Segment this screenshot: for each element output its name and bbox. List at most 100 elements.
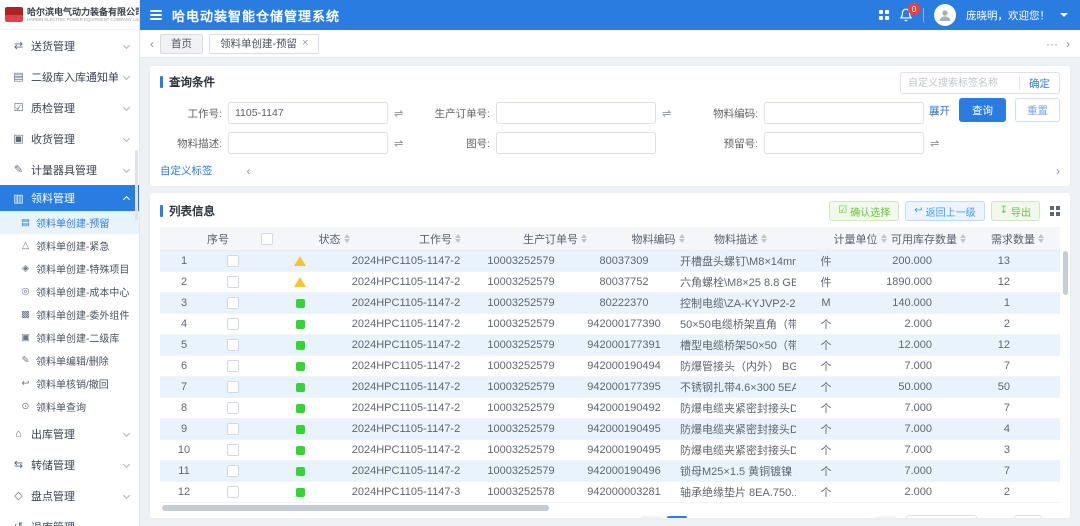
table-row[interactable]: 11 2024HPC1105-1147-2 10003252579 942000… <box>160 461 1060 482</box>
sidebar-group-item[interactable]: ✎ 计量器具管理 <box>0 154 139 185</box>
table-row[interactable]: 6 2024HPC1105-1147-2 10003252579 9420001… <box>160 356 1060 377</box>
table-row[interactable]: 7 2024HPC1105-1147-2 10003252579 9420001… <box>160 377 1060 398</box>
caret-down-icon[interactable] <box>1060 13 1068 17</box>
sidebar-sub-item[interactable]: ⊙ 领料单查询 <box>0 395 139 418</box>
bell-icon[interactable]: 0 <box>899 8 913 22</box>
field-input[interactable] <box>496 132 656 154</box>
tab-scroll-left-icon[interactable]: ‹ <box>150 38 154 50</box>
tag-scroll-left-icon[interactable]: ‹ <box>247 165 251 177</box>
next-page-button[interactable]: › <box>876 516 896 518</box>
table-row[interactable]: 5 2024HPC1105-1147-2 10003252579 9420001… <box>160 335 1060 356</box>
row-checkbox[interactable] <box>227 423 239 435</box>
sidebar-sub-item[interactable]: ▣ 领料单创建-二级库 <box>0 326 139 349</box>
sidebar-sub-item[interactable]: ◎ 领料单创建-成本中心 <box>0 280 139 303</box>
export-button[interactable]: ↧ 导出 <box>991 201 1040 221</box>
sidebar-group-material-requisition[interactable]: ▥ 领料管理 <box>0 185 139 211</box>
page-number[interactable]: 4 <box>745 516 765 518</box>
table-row[interactable]: 8 2024HPC1105-1147-2 10003252579 9420001… <box>160 398 1060 419</box>
sort-icon[interactable] <box>1038 234 1044 243</box>
table-row[interactable]: 3 2024HPC1105-1147-2 10003252579 8022237… <box>160 293 1060 314</box>
field-input[interactable] <box>496 102 656 124</box>
sidebar-group-item[interactable]: ◇ 盘点管理 <box>0 480 139 511</box>
filter-icon[interactable]: ⇌ <box>394 107 403 120</box>
sort-icon[interactable] <box>881 234 887 243</box>
row-checkbox[interactable] <box>227 318 239 330</box>
page-number[interactable]: ••• <box>823 516 844 518</box>
field-input[interactable] <box>228 102 388 124</box>
confirm-select-button[interactable]: ☑ 确认选择 <box>829 201 899 221</box>
row-checkbox[interactable] <box>227 255 239 267</box>
select-all-checkbox[interactable] <box>261 233 273 245</box>
fullscreen-icon[interactable] <box>879 10 889 20</box>
table-row[interactable]: 1 2024HPC1105-1147-2 10003252579 8003730… <box>160 251 1060 272</box>
tag-name-input[interactable] <box>901 73 1019 93</box>
sidebar-group-item[interactable]: ⇆ 转储管理 <box>0 449 139 480</box>
field-input[interactable] <box>764 132 924 154</box>
sort-icon[interactable] <box>455 234 461 243</box>
column-settings-icon[interactable] <box>1050 206 1060 216</box>
sidebar-sub-item[interactable]: ▤ 领料单创建-预留 <box>0 211 139 234</box>
page-number[interactable]: 1 <box>667 516 687 518</box>
sidebar-group-item[interactable]: ▤ 二级库入库通知单 <box>0 61 139 92</box>
table-row[interactable]: 2 2024HPC1105-1147-2 10003252579 8003775… <box>160 272 1060 293</box>
sort-icon[interactable] <box>344 234 350 243</box>
row-checkbox[interactable] <box>227 339 239 351</box>
row-checkbox[interactable] <box>227 276 239 288</box>
table-row[interactable]: 10 2024HPC1105-1147-2 10003252579 942000… <box>160 440 1060 461</box>
sidebar-group-item[interactable]: ▣ 收货管理 <box>0 123 139 154</box>
sidebar-sub-item[interactable]: ◈ 领料单创建-特殊项目 <box>0 257 139 280</box>
filter-icon[interactable]: ⇌ <box>930 137 939 150</box>
vertical-scrollbar-thumb[interactable] <box>1063 251 1068 295</box>
page-tab[interactable]: 领料单创建-预留 × <box>209 34 319 54</box>
page-number[interactable]: 2 <box>693 516 713 518</box>
back-button[interactable]: ↩ 返回上一级 <box>905 201 984 221</box>
row-checkbox[interactable] <box>227 402 239 414</box>
table-row[interactable]: 9 2024HPC1105-1147-2 10003252579 9420001… <box>160 419 1060 440</box>
row-checkbox[interactable] <box>227 444 239 456</box>
row-checkbox[interactable] <box>227 297 239 309</box>
collapse-menu-icon[interactable] <box>150 10 162 20</box>
sidebar-sub-item[interactable]: ✎ 领料单编辑/删除 <box>0 349 139 372</box>
page-number[interactable]: 6 <box>797 516 817 518</box>
goto-page-input[interactable] <box>1014 515 1042 518</box>
page-size-select[interactable]: 200条/页 <box>906 515 977 518</box>
reset-button[interactable]: 重置 <box>1015 98 1060 122</box>
tab-scroll-right-icon[interactable]: › <box>1066 38 1070 50</box>
row-checkbox[interactable] <box>227 381 239 393</box>
page-tab[interactable]: 首页 <box>160 34 203 54</box>
table-row[interactable]: 12 2024HPC1105-1147-3 10003252578 942000… <box>160 482 1060 503</box>
sidebar-sub-item[interactable]: △ 领料单创建-紧急 <box>0 234 139 257</box>
sidebar-scrollbar[interactable] <box>135 150 138 220</box>
page-number[interactable]: 3 <box>719 516 739 518</box>
sort-icon[interactable] <box>581 234 587 243</box>
tag-scroll-right-icon[interactable]: › <box>1056 165 1060 177</box>
expand-link[interactable]: 展开 <box>929 103 950 118</box>
sidebar-sub-item[interactable]: ▩ 领料单创建-委外组件 <box>0 303 139 326</box>
search-button[interactable]: 查询 <box>959 98 1006 122</box>
horizontal-scrollbar-thumb[interactable] <box>162 505 549 511</box>
field-input[interactable] <box>764 102 924 124</box>
sidebar-group-item[interactable]: ↺ 退库管理 <box>0 511 139 526</box>
row-checkbox[interactable] <box>227 465 239 477</box>
sidebar-sub-item[interactable]: ↩ 领料单核销/撤回 <box>0 372 139 395</box>
prev-page-button[interactable]: ‹ <box>641 516 661 518</box>
custom-tag-link[interactable]: 自定义标签 <box>160 163 213 178</box>
table-row[interactable]: 4 2024HPC1105-1147-2 10003252579 9420001… <box>160 314 1060 335</box>
sidebar-group-item[interactable]: ☑ 质检管理 <box>0 92 139 123</box>
close-icon[interactable]: × <box>302 38 308 49</box>
sort-icon[interactable] <box>761 234 767 243</box>
page-number[interactable]: 12 <box>850 516 870 518</box>
user-greeting[interactable]: 庞晓明，欢迎您！ <box>966 8 1050 23</box>
filter-icon[interactable]: ⇌ <box>662 107 671 120</box>
field-input[interactable] <box>228 132 388 154</box>
row-checkbox[interactable] <box>227 360 239 372</box>
page-number[interactable]: 5 <box>771 516 791 518</box>
sidebar-group-item[interactable]: ⌂ 出库管理 <box>0 418 139 449</box>
filter-icon[interactable]: ⇌ <box>394 137 403 150</box>
row-checkbox[interactable] <box>227 486 239 498</box>
sidebar-group-item[interactable]: ⇄ 送货管理 <box>0 30 139 61</box>
sort-icon[interactable] <box>960 234 966 243</box>
tag-confirm-button[interactable]: 确定 <box>1020 76 1059 91</box>
sort-icon[interactable] <box>679 234 685 243</box>
tab-more-icon[interactable]: ··· <box>1046 38 1058 50</box>
